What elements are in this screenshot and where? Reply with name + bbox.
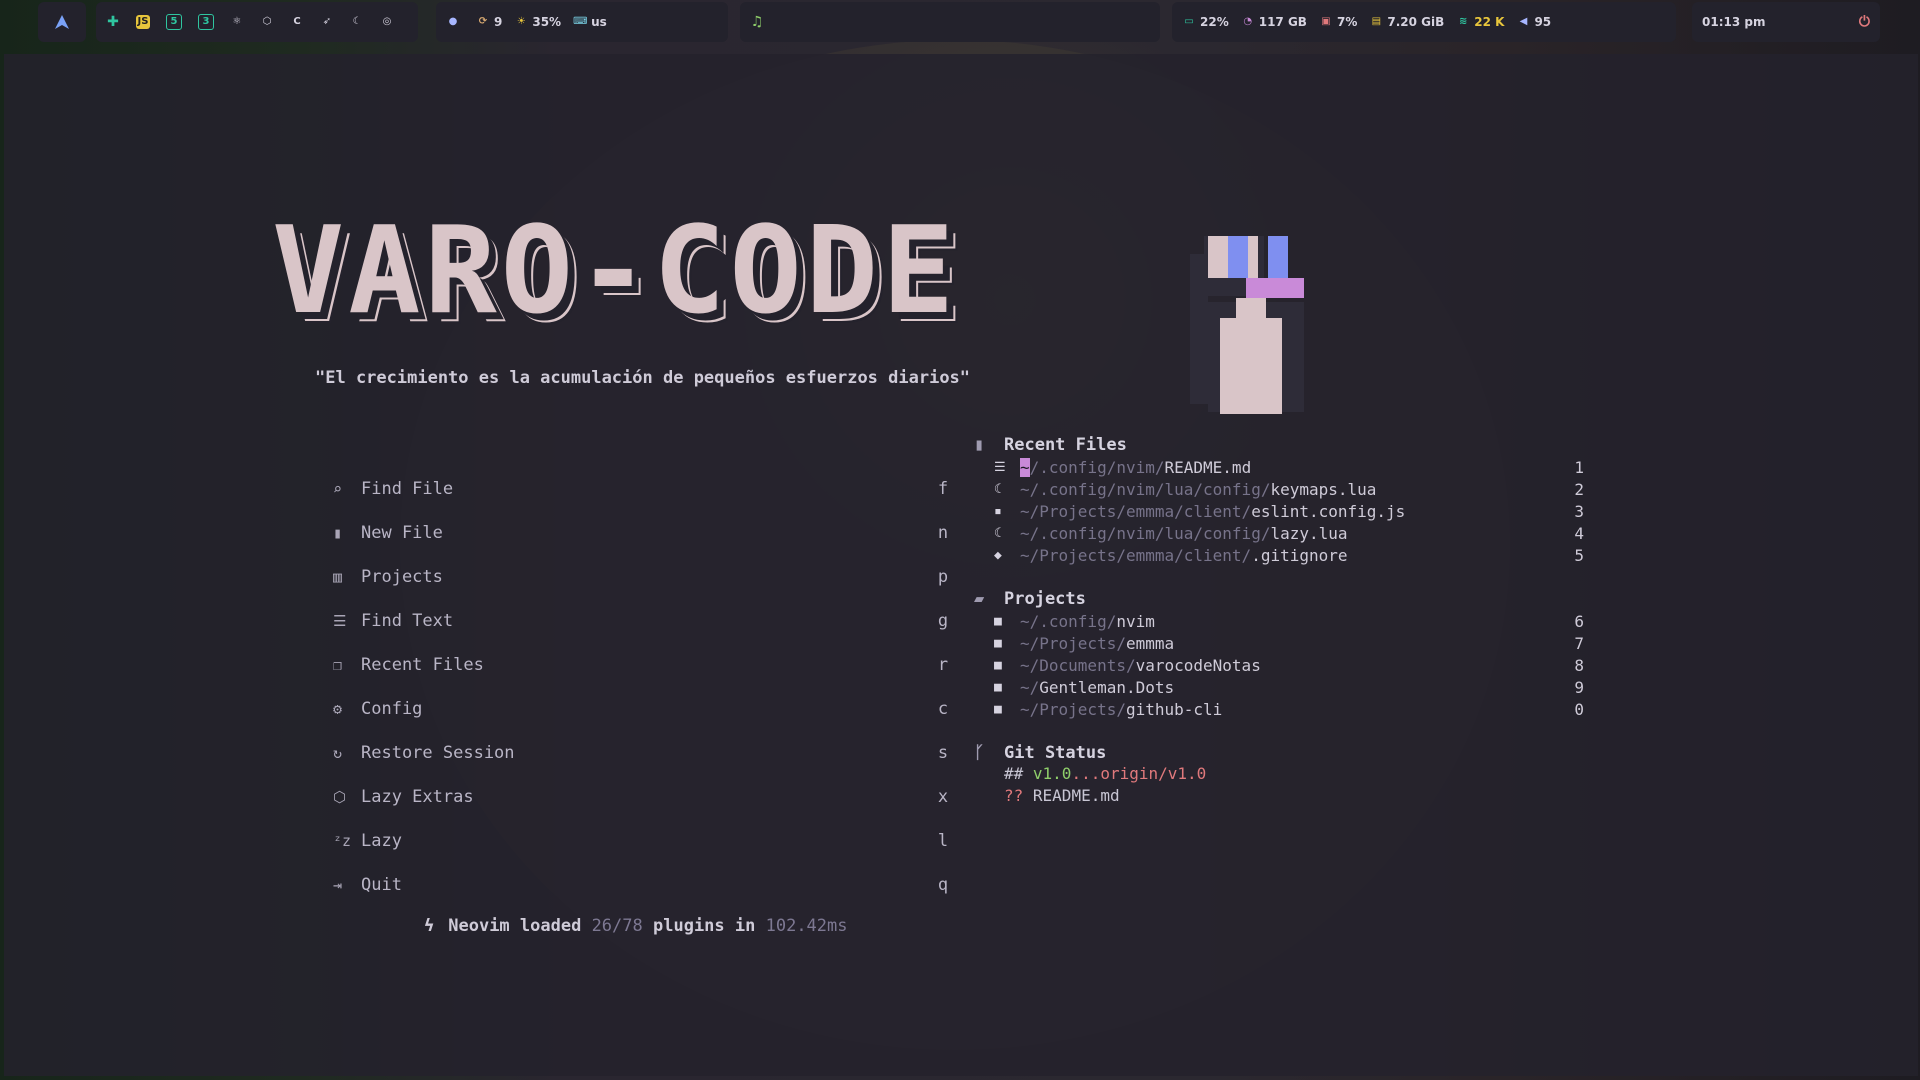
bulb-icon: ☀	[516, 16, 526, 27]
project-item[interactable]: ■ ~/Documents/varocodeNotas 8	[974, 654, 1584, 676]
markdown-icon: ☰	[994, 459, 1006, 475]
cursor: ~	[1020, 457, 1030, 477]
logo: VARO-CODE	[272, 202, 959, 341]
keyboard-indicator[interactable]: ⌨ us	[573, 15, 607, 29]
box-icon: ⬡	[333, 788, 347, 806]
top-bar: ✚ JS 5 3 ⚛ ⬡ C ➶ ☾ ◎ ● ⟳ 9 ☀ 35% ⌨ us ♫ ▭ 22…	[0, 0, 1920, 46]
recent-file-item[interactable]: ☾ ~/.config/nvim/lua/config/lazy.lua 4	[974, 522, 1584, 544]
ram-stat[interactable]: ▤ 7.20 GiB	[1369, 15, 1445, 29]
plus-icon[interactable]: ✚	[106, 15, 124, 29]
folder-open-icon: ▰	[974, 589, 985, 609]
clock-widget: 01:13 pm ⏻	[1692, 2, 1880, 42]
project-item[interactable]: ■ ~/Projects/emmma 7	[974, 632, 1584, 654]
dashboard-header: VARO-CODE	[272, 212, 958, 332]
folder-icon: ■	[994, 657, 1002, 673]
html5-icon[interactable]: 5	[166, 14, 186, 30]
git-branch-icon: ᚴ	[974, 743, 985, 763]
menu-find-text[interactable]: ☰ Find Text g	[333, 599, 953, 643]
battery-stat[interactable]: ▭ 22%	[1182, 15, 1228, 29]
keyboard-icon: ⌨	[573, 16, 588, 27]
menu-find-file[interactable]: ⌕ Find File f	[333, 467, 953, 511]
menu-quit[interactable]: ⇥ Quit q	[333, 863, 953, 907]
recent-file-item[interactable]: ▪ ~/Projects/emmma/client/eslint.config.j…	[974, 500, 1584, 522]
copy-icon: ❐	[333, 656, 343, 674]
menu-projects[interactable]: ▥ Projects p	[333, 555, 953, 599]
git-icon: ◆	[994, 547, 1002, 563]
c-icon[interactable]: C	[290, 15, 308, 29]
lightning-icon: ϟ	[424, 916, 435, 936]
folder-icon: ■	[994, 635, 1002, 651]
network-stat[interactable]: ≋ 22 K	[1456, 15, 1504, 29]
recent-file-item[interactable]: ◆ ~/Projects/emmma/client/.gitignore 5	[974, 544, 1584, 566]
github-icon[interactable]: ◎	[380, 15, 398, 29]
sleep-icon: ᶻz	[333, 832, 352, 850]
indicators: ● ⟳ 9 ☀ 35% ⌨ us	[436, 2, 728, 42]
brightness-indicator[interactable]: ☀ 35%	[514, 15, 561, 29]
projects-title: Projects	[1004, 589, 1086, 609]
menu-restore-session[interactable]: ↻ Restore Session s	[333, 731, 953, 775]
js-icon: ▪	[994, 503, 1002, 519]
folder-icon: ■	[994, 701, 1002, 717]
cpu-stat[interactable]: ▣ 7%	[1319, 15, 1357, 29]
music-widget[interactable]: ♫	[740, 2, 1160, 42]
cpu-icon: ▣	[1321, 16, 1331, 27]
lua-icon: ☾	[994, 525, 1002, 541]
volume-stat[interactable]: ◀ 95	[1516, 15, 1552, 29]
dashboard-menu: ⌕ Find File f ▮ New File n ▥ Projects p ☰ Find …	[333, 467, 953, 907]
js-icon[interactable]: JS	[136, 15, 154, 29]
disk-icon: ◔	[1243, 16, 1253, 27]
user-icon[interactable]: ●	[446, 15, 464, 29]
menu-new-file[interactable]: ▮ New File n	[333, 511, 953, 555]
launcher-button[interactable]	[38, 2, 86, 42]
lua-icon[interactable]: ☾	[350, 15, 368, 29]
restore-icon: ↻	[333, 744, 343, 762]
menu-lazy-extras[interactable]: ⬡ Lazy Extras x	[333, 775, 953, 819]
updates-indicator[interactable]: ⟳ 9	[476, 15, 503, 29]
projects-icon: ▥	[333, 568, 343, 586]
git-untracked-line: ?? README.md	[1004, 786, 1120, 805]
rocket-icon[interactable]: ➶	[320, 15, 338, 29]
react-icon[interactable]: ⚛	[230, 15, 248, 29]
lua-icon: ☾	[994, 481, 1002, 497]
workspaces: ✚ JS 5 3 ⚛ ⬡ C ➶ ☾ ◎	[96, 2, 418, 42]
file-icon: ▮	[333, 524, 343, 542]
recent-file-item[interactable]: ☰ ~/.config/nvim/README.md 1	[974, 456, 1584, 478]
recent-file-item[interactable]: ☾ ~/.config/nvim/lua/config/keymaps.lua 2	[974, 478, 1584, 500]
project-item[interactable]: ■ ~/.config/nvim 6	[974, 610, 1584, 632]
recent-files-section: ▮ Recent Files ☰ ~/.config/nvim/README.md 1…	[974, 434, 1584, 566]
memory-icon: ▤	[1371, 16, 1382, 27]
git-status-section: ᚴ Git Status ## v1.0...origin/v1.0 ?? REA…	[974, 742, 1584, 808]
menu-config[interactable]: ⚙ Config c	[333, 687, 953, 731]
css3-icon[interactable]: 3	[198, 14, 218, 30]
projects-section: ▰ Projects ■ ~/.config/nvim 6 ■ ~/Projects/e…	[974, 588, 1584, 720]
gear-icon: ⚙	[333, 700, 343, 718]
project-item[interactable]: ■ ~/Gentleman.Dots 9	[974, 676, 1584, 698]
system-stats: ▭ 22% ◔ 117 GB ▣ 7% ▤ 7.20 GiB ≋ 22 K ◀ 95	[1172, 2, 1676, 42]
git-status-title: Git Status	[1004, 743, 1107, 763]
menu-recent-files[interactable]: ❐ Recent Files r	[333, 643, 953, 687]
folder-icon: ■	[994, 613, 1002, 629]
updates-icon: ⟳	[478, 16, 488, 27]
battery-icon: ▭	[1184, 16, 1194, 27]
search-icon: ⌕	[333, 480, 343, 498]
tagline: "El crecimiento es la acumulación de peq…	[315, 368, 971, 388]
music-note-icon: ♫	[750, 14, 764, 30]
project-item[interactable]: ■ ~/Projects/github-cli 0	[974, 698, 1584, 720]
clock[interactable]: 01:13 pm	[1702, 15, 1765, 29]
file-icon: ▮	[974, 435, 985, 455]
folder-icon: ■	[994, 679, 1002, 695]
power-icon[interactable]: ⏻	[1859, 14, 1870, 30]
volume-icon: ◀	[1519, 16, 1528, 27]
arch-icon	[55, 15, 69, 29]
exit-icon: ⇥	[333, 876, 343, 894]
menu-lazy[interactable]: ᶻz Lazy l	[333, 819, 953, 863]
wifi-icon: ≋	[1459, 16, 1468, 27]
nodejs-icon[interactable]: ⬡	[260, 15, 278, 29]
disk-stat[interactable]: ◔ 117 GB	[1241, 15, 1307, 29]
git-branch-line: ## v1.0...origin/v1.0	[1004, 764, 1207, 783]
startup-stats: ϟ Neovim loaded 26/78 plugins in 102.42ms	[424, 916, 848, 936]
text-search-icon: ☰	[333, 612, 347, 630]
file-dir: /.config/nvim/	[1029, 457, 1165, 477]
recent-files-title: Recent Files	[1004, 435, 1127, 455]
